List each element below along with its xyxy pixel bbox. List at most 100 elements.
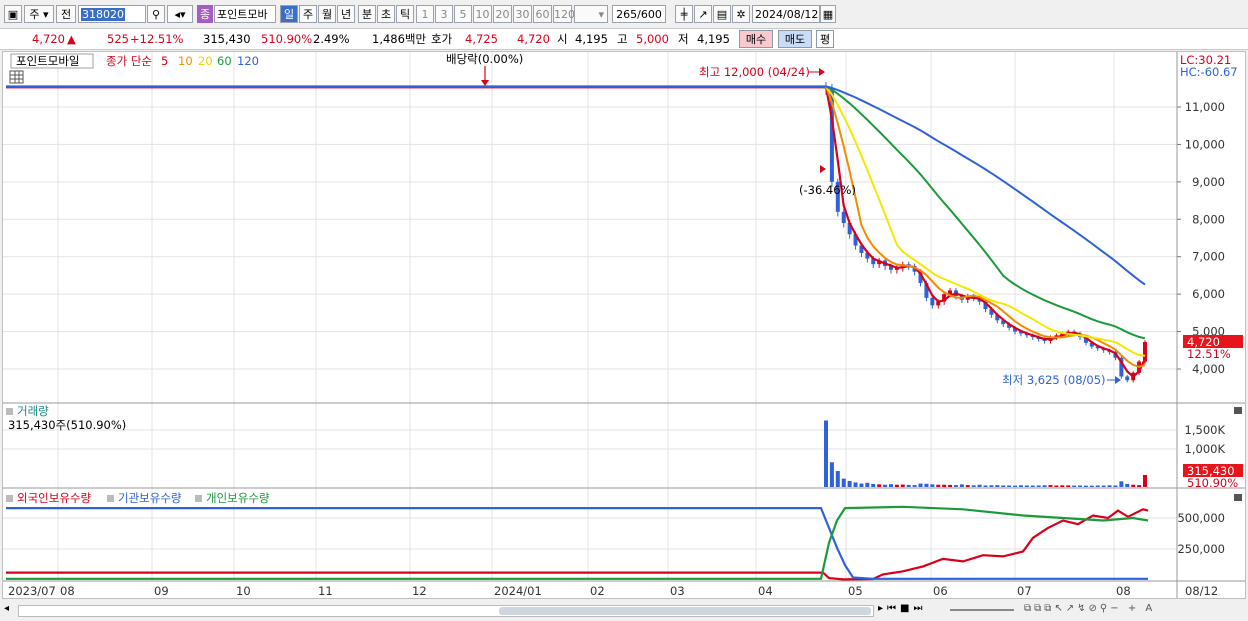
volume-bar [853,482,858,487]
playback-controls[interactable]: ▸⏮■⏭ [878,603,926,614]
interval-60[interactable]: 60 [533,5,552,23]
volume-bar [953,485,958,487]
interval-5[interactable]: 5 [454,5,472,23]
y-tick-label: 4,000 [1192,362,1225,376]
period-month[interactable]: 월 [318,5,336,23]
zoom-slider[interactable] [950,609,1014,611]
low-arrow-icon [1115,376,1121,384]
date-input[interactable]: 2024/08/12 [752,5,820,23]
up-arrow-icon: ▲ [67,32,76,46]
volume-bar [871,483,876,487]
eval-button[interactable]: 평 [816,30,834,48]
volume-tick-label: 1,500K [1185,423,1226,437]
volume-bar [894,484,899,487]
x-tick-label: 10 [236,584,251,598]
period-year[interactable]: 년 [337,5,355,23]
search-icon[interactable]: ⚲ [147,5,165,23]
volume-bar [1107,485,1112,487]
ma-legend-60: 60 [217,54,232,68]
volume-bar [971,485,976,487]
volume-bar [888,484,893,487]
x-tick-label: 03 [670,584,685,598]
high-arrow-icon [819,68,825,76]
volume-bar [948,484,953,487]
x-tick-label: 02 [590,584,605,598]
change-pct: +12.51% [130,32,184,46]
y-tick-label: 8,000 [1192,212,1225,226]
volume-bar [977,484,982,487]
interval-20[interactable]: 20 [493,5,512,23]
ma-legend-20: 20 [198,54,213,68]
scroll-thumb[interactable] [499,607,871,615]
speaker-icon[interactable]: ◂▾ [167,5,193,23]
period-second[interactable]: 초 [377,5,395,23]
x-tick-label: 12 [412,584,427,598]
high-value: 5,000 [636,32,669,46]
type-select[interactable]: 주 ▾ [24,5,54,23]
volume-bar [912,485,917,487]
volume-bar [1054,485,1059,487]
x-tick-label: 08 [60,584,75,598]
volume-bar [1066,485,1071,487]
volume-bar [1060,485,1065,487]
draw-icon[interactable]: ↗ [694,5,712,23]
interval-10[interactable]: 10 [473,5,492,23]
tool-icons[interactable]: ⧉⧉⧉↖↗↯⊘⚲− + A [1024,603,1155,614]
x-tick-label: 2024/01 [494,584,542,598]
interval-1[interactable]: 1 [416,5,434,23]
volume-bar [847,480,852,487]
period-tick[interactable]: 틱 [396,5,414,23]
x-tick-label: 09 [154,584,169,598]
volume-bar [1137,485,1142,487]
volume-bar [1030,485,1035,487]
panel-marker-icon [6,408,13,415]
save-icon[interactable]: ▤ [713,5,731,23]
low-annotation: 최저 3,625 (08/05) [1002,373,1106,387]
volume-bar [1001,485,1006,487]
candle-icon[interactable]: ╪ [675,5,693,23]
legend-individual: 개인보유수량 [206,491,270,505]
table-icon[interactable] [9,70,24,84]
x-end-label: 08/12 [1185,584,1218,598]
volume-bar [1007,485,1012,487]
stock-name[interactable]: 포인트모바 [214,5,276,23]
x-axis: 2023/07 08 09 10 11 12 2024/01 02 03 04 05 06 07 08 [8,584,1131,598]
code-input[interactable]: 318020 [78,5,146,23]
interval-120[interactable]: 120 [553,5,575,23]
volume-bar [1036,485,1041,487]
period-day[interactable]: 일 [280,5,298,23]
ask2: 4,720 [517,32,550,46]
chart-area[interactable]: 포인트모바일 종가 단순 5 10 20 60 120 LC:30.21 HC:… [2,51,1246,599]
drop-annotation: (-36.46%) [799,183,856,197]
interval-3[interactable]: 3 [435,5,453,23]
scroll-left-icon[interactable]: ◂ [4,603,16,617]
panel-close-icon[interactable] [1234,407,1242,414]
price-series [6,82,1147,383]
holdings-tick-label: 250,000 [1177,542,1225,556]
bottom-bar: ◂ ▸⏮■⏭ ⧉⧉⧉↖↗↯⊘⚲− + A [0,600,1248,621]
panel-close-icon[interactable] [1234,494,1242,501]
volume: 315,430 [203,32,251,46]
x-tick-label: 07 [1017,584,1032,598]
toolbar: ▣ 주 ▾ 전 318020 ⚲ ◂▾ 종 포인트모바 일 주 월 년 분 초 … [0,0,1248,29]
calendar-icon[interactable]: ▦ [820,5,836,23]
interval-dropdown[interactable]: ▾ [574,5,608,23]
prev-button[interactable]: 전 [56,5,76,23]
gear-icon[interactable]: ✲ [732,5,750,23]
ma-line-5 [824,86,1146,378]
dividend-label: 배당락(0.00%) [446,52,523,66]
volume-bar [983,485,988,487]
period-week[interactable]: 주 [299,5,317,23]
open-label: 시 [557,32,568,46]
count-input[interactable]: 265/600 [612,5,666,23]
sell-button[interactable]: 매도 [778,30,812,48]
volume-bar [959,484,964,487]
chart-svg: 포인트모바일 종가 단순 5 10 20 60 120 LC:30.21 HC:… [3,52,1245,598]
ma-legend-5: 5 [161,54,168,68]
volume-bar [1143,475,1147,487]
buy-button[interactable]: 매수 [739,30,773,48]
period-minute[interactable]: 분 [358,5,376,23]
scroll-track[interactable] [18,605,874,617]
layout-icon[interactable]: ▣ [4,5,22,23]
interval-30[interactable]: 30 [513,5,532,23]
